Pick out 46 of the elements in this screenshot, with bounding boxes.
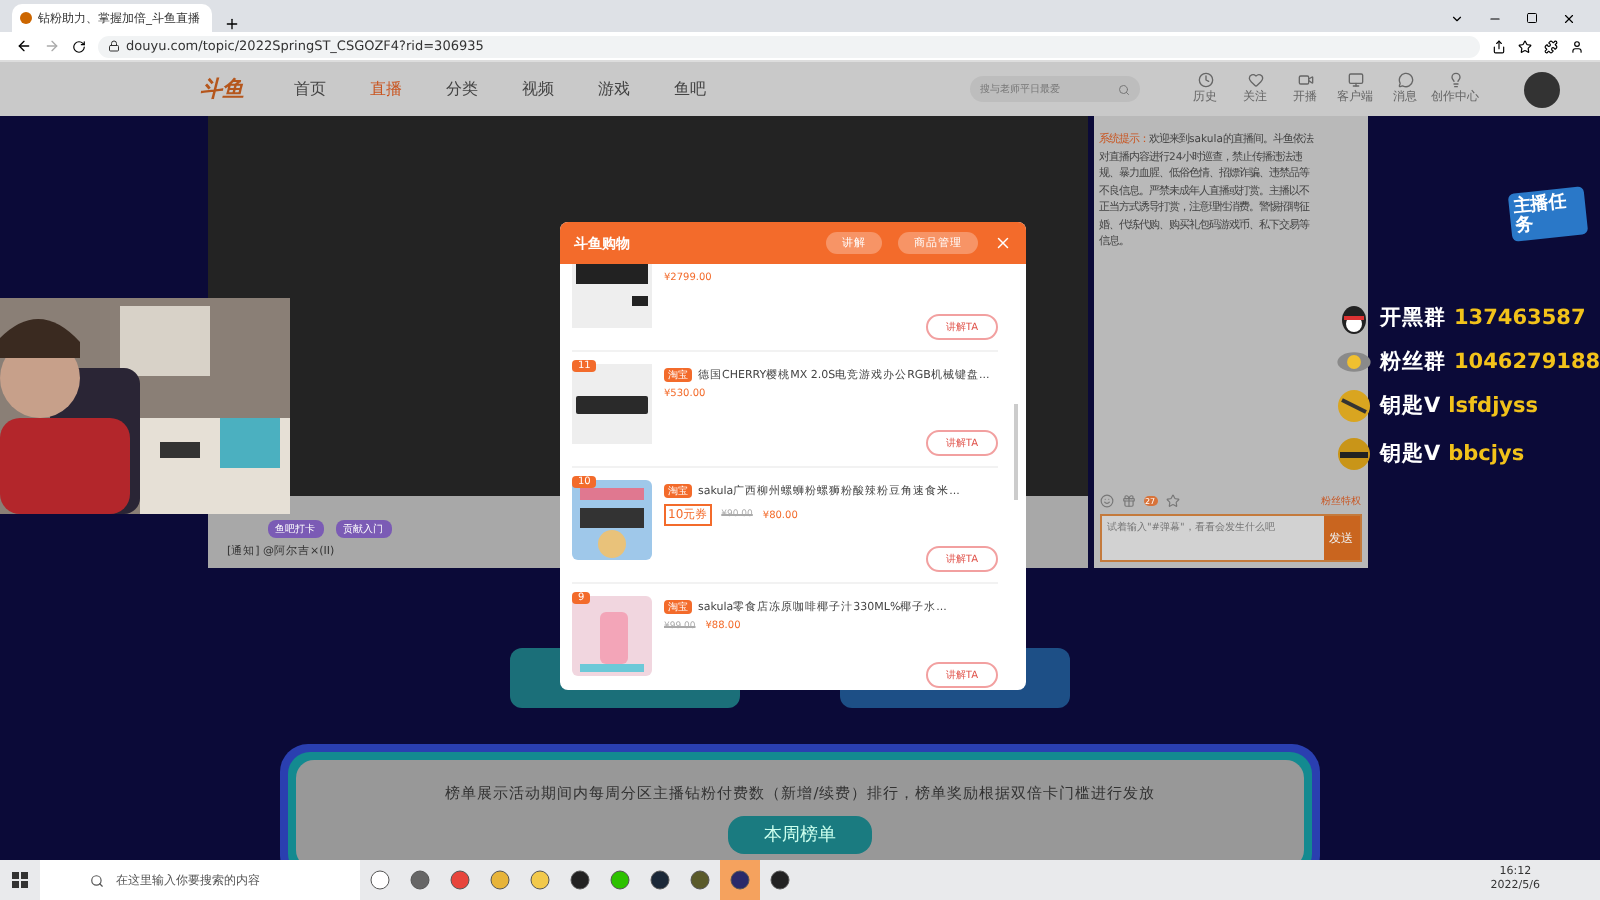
group-label: 钥匙V <box>1380 440 1441 468</box>
group-number: 137463587 <box>1454 306 1586 330</box>
tab-list-icon[interactable] <box>1450 12 1464 26</box>
extensions-icon[interactable] <box>1544 39 1558 53</box>
bookmark-icon[interactable] <box>1518 39 1532 53</box>
search-icon <box>90 873 104 887</box>
taskbar-app-icon[interactable] <box>720 860 760 900</box>
back-icon[interactable] <box>16 38 32 54</box>
group-number: lsfdjyss <box>1448 394 1539 418</box>
task-badge[interactable]: 主播任务 <box>1507 186 1589 242</box>
heart-icon <box>1247 72 1263 88</box>
scrollbar[interactable] <box>1014 404 1018 500</box>
medal-icon <box>1336 388 1372 424</box>
monitor-icon <box>1347 72 1363 88</box>
camera-icon <box>1297 72 1313 88</box>
nav-link[interactable]: 分类 <box>446 78 478 100</box>
star-icon[interactable] <box>1165 493 1180 507</box>
clock-icon <box>1197 72 1213 88</box>
nav-link[interactable]: 视频 <box>522 78 554 100</box>
reload-icon[interactable] <box>72 39 86 53</box>
medal-icon <box>1336 436 1372 472</box>
close-icon[interactable] <box>1562 12 1576 26</box>
chat-icon <box>1397 72 1413 88</box>
lock-icon <box>108 40 120 52</box>
group-label: 开黑群 <box>1380 304 1446 332</box>
minimize-icon[interactable] <box>1488 12 1502 26</box>
group-label: 粉丝群 <box>1380 348 1446 376</box>
favicon-icon <box>20 12 32 24</box>
nav-link[interactable]: 鱼吧 <box>674 78 706 100</box>
share-icon[interactable] <box>1492 39 1506 53</box>
coin-icon <box>1336 348 1372 376</box>
nav-link[interactable]: 直播 <box>370 78 402 100</box>
weekly-ranking-button[interactable]: 本周榜单 <box>728 816 872 854</box>
profile-icon[interactable] <box>1570 39 1584 53</box>
maximize-icon[interactable] <box>1526 12 1538 24</box>
penguin-icon <box>1336 300 1372 336</box>
search-icon <box>1118 83 1130 95</box>
group-label: 钥匙V <box>1380 392 1441 420</box>
group-number: bbcjys <box>1448 442 1525 466</box>
site-logo[interactable]: 斗鱼 <box>200 74 244 104</box>
new-tab-icon[interactable] <box>224 16 240 32</box>
bulb-icon <box>1447 72 1463 88</box>
user-avatar[interactable] <box>1524 71 1560 107</box>
group-number: 1046279188 <box>1454 350 1600 374</box>
nav-link[interactable]: 游戏 <box>598 78 630 100</box>
nav-link[interactable]: 首页 <box>294 78 326 100</box>
